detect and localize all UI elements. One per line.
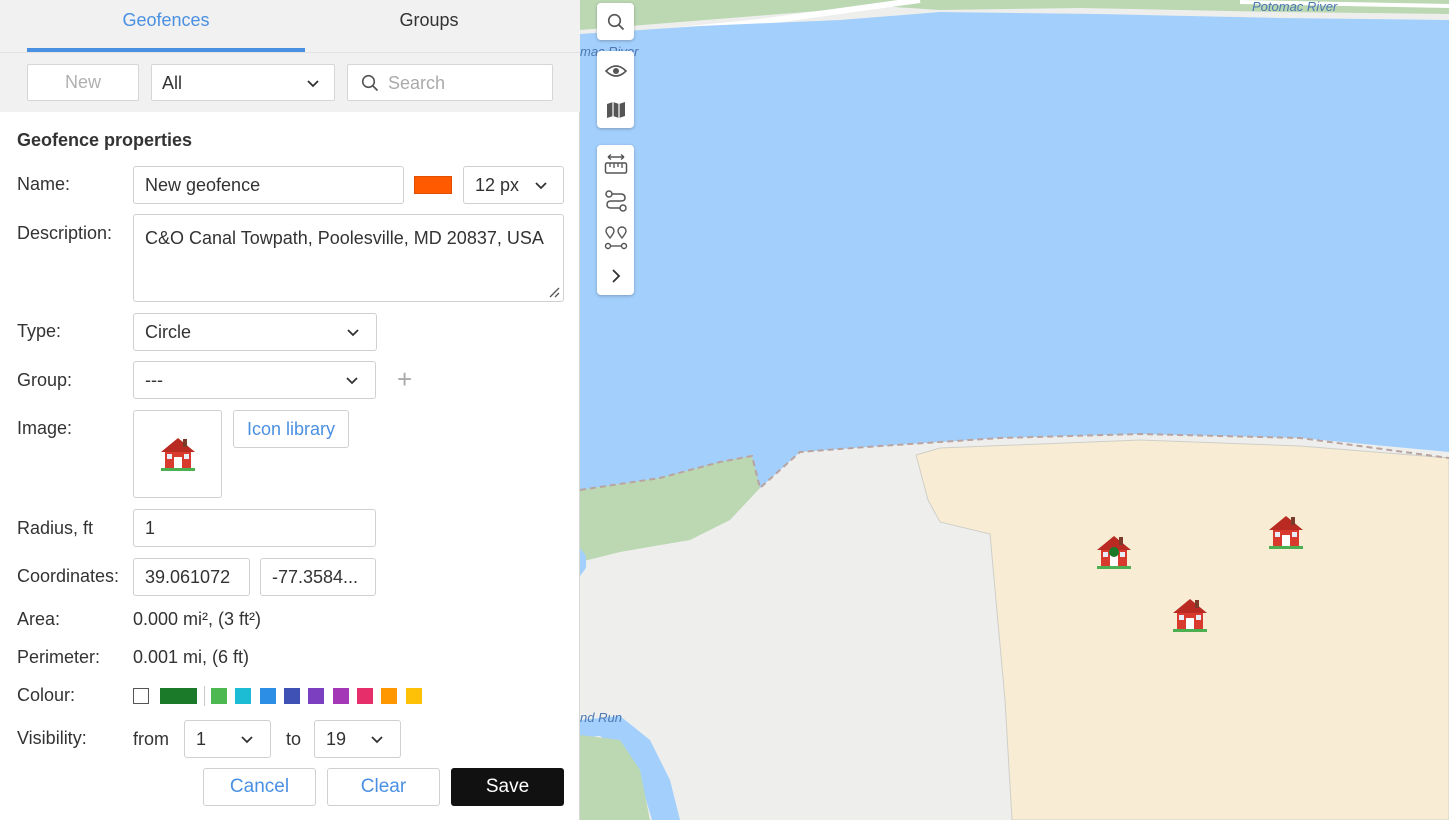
name-field[interactable]: New geofence bbox=[133, 166, 404, 204]
map-view[interactable]: Potomac River mac River nd Run bbox=[580, 0, 1449, 820]
colour-swatch-violet[interactable] bbox=[333, 688, 349, 704]
group-label: Group: bbox=[17, 370, 73, 390]
radius-value: 1 bbox=[145, 518, 156, 538]
new-geofence-button[interactable]: New bbox=[27, 64, 139, 101]
map-tools-controls bbox=[597, 145, 634, 295]
colour-label: Colour: bbox=[17, 685, 76, 705]
house-icon bbox=[161, 438, 195, 471]
description-label: Description: bbox=[17, 223, 113, 243]
latitude-field[interactable]: 39.061072 bbox=[133, 558, 250, 596]
visibility-to-value: 19 bbox=[326, 729, 347, 749]
chevron-right-icon bbox=[611, 268, 620, 283]
longitude-value: -77.3584... bbox=[272, 567, 359, 587]
map-search-button[interactable] bbox=[597, 3, 634, 40]
radius-field[interactable]: 1 bbox=[133, 509, 376, 547]
line-color-picker[interactable] bbox=[414, 176, 452, 194]
description-textarea[interactable] bbox=[133, 214, 564, 302]
clear-button[interactable]: Clear bbox=[327, 768, 440, 806]
line-width-select[interactable]: 12 px bbox=[463, 166, 564, 204]
visibility-to-select[interactable]: 19 bbox=[314, 720, 401, 758]
chevron-down-icon bbox=[307, 80, 319, 88]
house-marker[interactable] bbox=[1093, 531, 1135, 573]
type-label: Type: bbox=[17, 321, 62, 341]
waypoints-button[interactable] bbox=[597, 219, 634, 256]
chevron-down-icon bbox=[241, 736, 253, 744]
colour-swatch-yellow[interactable] bbox=[406, 688, 422, 704]
colour-swatch-none[interactable] bbox=[133, 688, 149, 704]
cancel-button[interactable]: Cancel bbox=[203, 768, 316, 806]
type-select[interactable]: Circle bbox=[133, 313, 377, 351]
from-label: from bbox=[133, 729, 169, 749]
resize-grip-icon[interactable] bbox=[548, 286, 560, 298]
colour-swatch-pink[interactable] bbox=[357, 688, 373, 704]
map-canvas bbox=[580, 0, 1449, 820]
colour-swatch-purple[interactable] bbox=[308, 688, 324, 704]
search-icon bbox=[607, 13, 624, 30]
expand-tools-button[interactable] bbox=[597, 257, 634, 294]
route-button[interactable] bbox=[597, 182, 634, 219]
latitude-value: 39.061072 bbox=[145, 567, 231, 587]
map-icon bbox=[606, 101, 625, 118]
colour-swatch-orange[interactable] bbox=[381, 688, 397, 704]
tab-groups[interactable]: Groups bbox=[300, 0, 558, 52]
route-icon bbox=[604, 189, 627, 212]
search-field[interactable] bbox=[347, 64, 553, 101]
name-value: New geofence bbox=[145, 175, 261, 195]
geofence-toolbar: New All bbox=[0, 52, 580, 112]
palette-divider bbox=[204, 686, 205, 706]
area-value: 0.000 mi², (3 ft²) bbox=[133, 609, 262, 629]
group-value: --- bbox=[145, 370, 163, 390]
visibility-from-select[interactable]: 1 bbox=[184, 720, 271, 758]
river-label-top: Potomac River bbox=[1252, 0, 1338, 14]
perimeter-value: 0.001 mi, (6 ft) bbox=[133, 647, 250, 667]
chevron-down-icon bbox=[535, 182, 547, 190]
ruler-icon bbox=[604, 153, 627, 174]
area-label: Area: bbox=[17, 609, 61, 629]
map-layers-button[interactable] bbox=[597, 91, 634, 128]
image-preview[interactable] bbox=[133, 410, 222, 498]
filter-select[interactable]: All bbox=[151, 64, 335, 101]
perimeter-label: Perimeter: bbox=[17, 647, 101, 667]
tab-geofences[interactable]: Geofences bbox=[27, 0, 305, 52]
colour-swatch-selected[interactable] bbox=[160, 688, 197, 704]
chevron-down-icon bbox=[346, 377, 358, 385]
waypoints-icon bbox=[604, 225, 627, 249]
save-button[interactable]: Save bbox=[451, 768, 564, 806]
search-input[interactable] bbox=[388, 71, 538, 95]
chevron-down-icon bbox=[347, 329, 359, 337]
colour-swatch-cyan[interactable] bbox=[235, 688, 251, 704]
chevron-down-icon bbox=[371, 736, 383, 744]
house-marker[interactable] bbox=[1169, 594, 1211, 636]
map-layer-controls bbox=[597, 51, 634, 128]
visibility-from-value: 1 bbox=[196, 729, 207, 749]
name-label: Name: bbox=[17, 174, 71, 194]
add-group-button[interactable]: + bbox=[397, 366, 412, 392]
icon-library-button[interactable]: Icon library bbox=[233, 410, 349, 448]
colour-swatch-indigo[interactable] bbox=[284, 688, 300, 704]
house-marker[interactable] bbox=[1265, 511, 1307, 553]
longitude-field[interactable]: -77.3584... bbox=[260, 558, 376, 596]
visibility-label: Visibility: bbox=[17, 728, 87, 748]
visibility-toggle-button[interactable] bbox=[597, 52, 634, 89]
search-icon bbox=[361, 74, 379, 92]
colour-swatch-blue[interactable] bbox=[260, 688, 276, 704]
type-value: Circle bbox=[145, 322, 192, 342]
group-select[interactable]: --- bbox=[133, 361, 376, 399]
to-label: to bbox=[286, 729, 302, 749]
eye-icon bbox=[604, 64, 627, 77]
image-label: Image: bbox=[17, 418, 73, 438]
line-width-value: 12 px bbox=[475, 175, 520, 195]
colour-swatch-green[interactable] bbox=[211, 688, 227, 704]
geofence-panel: Geofences Groups New All Geofence proper… bbox=[0, 0, 580, 820]
ruler-button[interactable] bbox=[597, 145, 634, 182]
section-title: Geofence properties bbox=[17, 130, 193, 150]
map-search-control bbox=[597, 3, 634, 40]
tab-bar: Geofences Groups bbox=[0, 0, 580, 52]
run-label: nd Run bbox=[580, 710, 622, 725]
filter-select-value: All bbox=[162, 73, 183, 93]
coordinates-label: Coordinates: bbox=[17, 566, 120, 586]
radius-label: Radius, ft bbox=[17, 518, 94, 538]
